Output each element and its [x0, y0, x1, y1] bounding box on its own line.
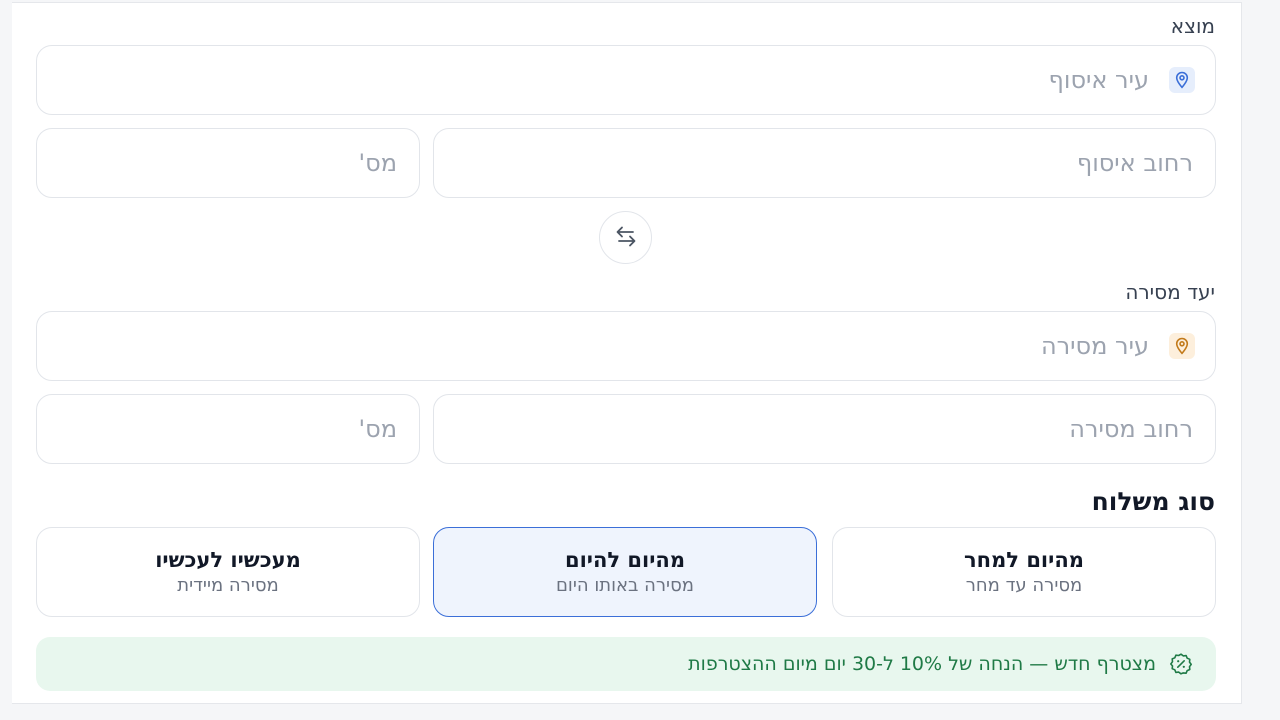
option-title: מהיום להיום	[564, 548, 686, 572]
origin-city-field[interactable]	[36, 45, 1216, 115]
destination-number-field[interactable]	[36, 394, 420, 464]
origin-number-input[interactable]	[37, 148, 399, 178]
option-subtitle: מסירה עד מחר	[965, 575, 1083, 596]
destination-city-input[interactable]	[37, 331, 1151, 361]
promo-text: מצטרף חדש — הנחה של 10% ל-30 יום מיום הה…	[688, 653, 1156, 675]
destination-number-input[interactable]	[37, 414, 399, 444]
map-pin-icon	[1169, 333, 1195, 359]
origin-number-field[interactable]	[36, 128, 420, 198]
shipping-option-same-day[interactable]: מהיום להיום מסירה באותו היום	[433, 527, 817, 617]
shipping-option-tomorrow[interactable]: מהיום למחר מסירה עד מחר	[832, 527, 1216, 617]
discount-badge-icon	[1168, 651, 1194, 677]
promo-banner: מצטרף חדש — הנחה של 10% ל-30 יום מיום הה…	[36, 637, 1216, 691]
origin-label: מוצא	[1170, 14, 1215, 38]
origin-street-field[interactable]	[433, 128, 1216, 198]
page-footer-gap	[0, 704, 1280, 720]
origin-city-input[interactable]	[37, 65, 1151, 95]
map-pin-icon	[1169, 67, 1195, 93]
option-title: מהיום למחר	[964, 548, 1084, 572]
option-subtitle: מסירה באותו היום	[555, 575, 694, 596]
shipping-option-immediate[interactable]: מעכשיו לעכשיו מסירה מיידית	[36, 527, 420, 617]
shipping-type-title: סוג משלוח	[1091, 487, 1215, 516]
swap-arrows-icon	[613, 223, 639, 253]
swap-button[interactable]	[599, 211, 652, 264]
option-title: מעכשיו לעכשיו	[155, 548, 301, 572]
destination-city-field[interactable]	[36, 311, 1216, 381]
destination-street-field[interactable]	[433, 394, 1216, 464]
origin-street-input[interactable]	[434, 148, 1195, 178]
destination-street-input[interactable]	[434, 414, 1195, 444]
delivery-form: מוצא יעד מסירה סוג משלוח	[0, 0, 1280, 720]
option-subtitle: מסירה מיידית	[177, 575, 279, 596]
destination-label: יעד מסירה	[1125, 280, 1215, 304]
